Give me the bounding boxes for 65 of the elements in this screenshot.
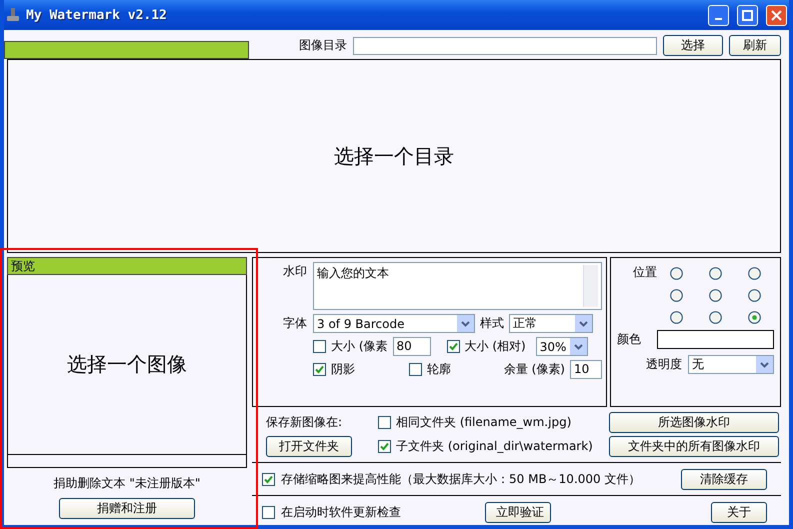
size-relative-dropdown[interactable]: 30% xyxy=(536,337,588,356)
checkbox[interactable] xyxy=(313,340,326,353)
open-folder-button[interactable]: 打开文件夹 xyxy=(266,436,352,457)
size-pixel-label: 大小 (像素 xyxy=(331,338,388,355)
outline-label: 轮廓 xyxy=(427,361,451,378)
checkbox[interactable] xyxy=(378,440,391,453)
checkbox[interactable] xyxy=(262,506,275,518)
cache-label: 存储缩略图来提高性能（最大数据库大小：50 MB～10.000 文件） xyxy=(281,470,640,488)
radio-button[interactable] xyxy=(748,267,761,280)
watermark-label: 水印 xyxy=(282,263,308,280)
directory-message: 选择一个目录 xyxy=(334,142,454,170)
donate-button[interactable]: 捐赠和注册 xyxy=(59,498,195,519)
color-field[interactable] xyxy=(657,330,774,349)
checkbox[interactable] xyxy=(378,416,391,429)
scrollbar[interactable] xyxy=(583,265,598,307)
refresh-button[interactable]: 刷新 xyxy=(729,35,781,56)
color-label: 颜色 xyxy=(617,331,642,348)
checkbox[interactable] xyxy=(446,340,460,353)
watermark-text-field[interactable]: 输入您的文本 xyxy=(313,262,602,310)
radio-button[interactable] xyxy=(670,289,683,302)
subfolder-label: 子文件夹 (original_dir\watermark) xyxy=(396,438,593,455)
size-pixel-field[interactable]: 80 xyxy=(392,337,430,356)
verify-button[interactable]: 立即验证 xyxy=(485,502,551,522)
checkbox[interactable] xyxy=(313,363,326,376)
radio-button[interactable] xyxy=(670,311,683,324)
maximize-button[interactable] xyxy=(737,4,758,26)
watermark-selected-button[interactable]: 所选图像水印 xyxy=(609,412,779,433)
clear-cache-button[interactable]: 清除缓存 xyxy=(681,468,767,490)
maximize-icon xyxy=(742,10,753,20)
close-button[interactable] xyxy=(766,4,787,26)
size-relative-label: 大小 (相对) xyxy=(464,338,526,355)
radio-button[interactable] xyxy=(709,267,722,280)
window-title: My Watermark v2.12 xyxy=(26,8,168,22)
checkbox[interactable] xyxy=(262,472,275,486)
margin-field[interactable]: 10 xyxy=(570,360,602,379)
watermark-all-button[interactable]: 文件夹中的所有图像水印 xyxy=(609,436,779,457)
minimize-icon xyxy=(715,18,722,20)
minimize-button[interactable] xyxy=(708,4,729,26)
checkbox[interactable] xyxy=(409,363,422,376)
margin-label: 余量 (像素) xyxy=(504,361,565,378)
opacity-dropdown[interactable]: 无 xyxy=(688,355,774,374)
shadow-label: 阴影 xyxy=(331,361,355,378)
register-note: 捐助删除文本 "未注册版本" xyxy=(54,475,200,492)
save-location-label: 保存新图像在: xyxy=(266,414,344,431)
position-label: 位置 xyxy=(632,264,657,281)
about-button[interactable]: 关于 xyxy=(711,502,767,522)
style-dropdown[interactable]: 正常 xyxy=(509,314,593,333)
directory-field[interactable] xyxy=(353,36,657,54)
radio-button[interactable] xyxy=(709,289,722,302)
opacity-label: 透明度 xyxy=(646,356,682,373)
preview-header: 预览 xyxy=(7,257,247,275)
preview-message: 选择一个图像 xyxy=(67,351,187,378)
radio-button[interactable] xyxy=(748,289,761,302)
close-icon xyxy=(771,10,782,20)
stamp-icon xyxy=(6,7,20,23)
update-check-label: 在启动时软件更新检查 xyxy=(281,504,401,520)
radio-button[interactable] xyxy=(709,311,722,324)
radio-button[interactable] xyxy=(748,311,761,324)
font-dropdown[interactable]: 3 of 9 Barcode xyxy=(313,314,475,333)
same-folder-label: 相同文件夹 (filename_wm.jpg) xyxy=(396,414,572,431)
font-label: 字体 xyxy=(282,315,308,332)
select-button[interactable]: 选择 xyxy=(663,35,723,56)
style-label: 样式 xyxy=(480,315,504,332)
directory-label: 图像目录 xyxy=(299,37,347,54)
radio-button[interactable] xyxy=(670,267,683,280)
